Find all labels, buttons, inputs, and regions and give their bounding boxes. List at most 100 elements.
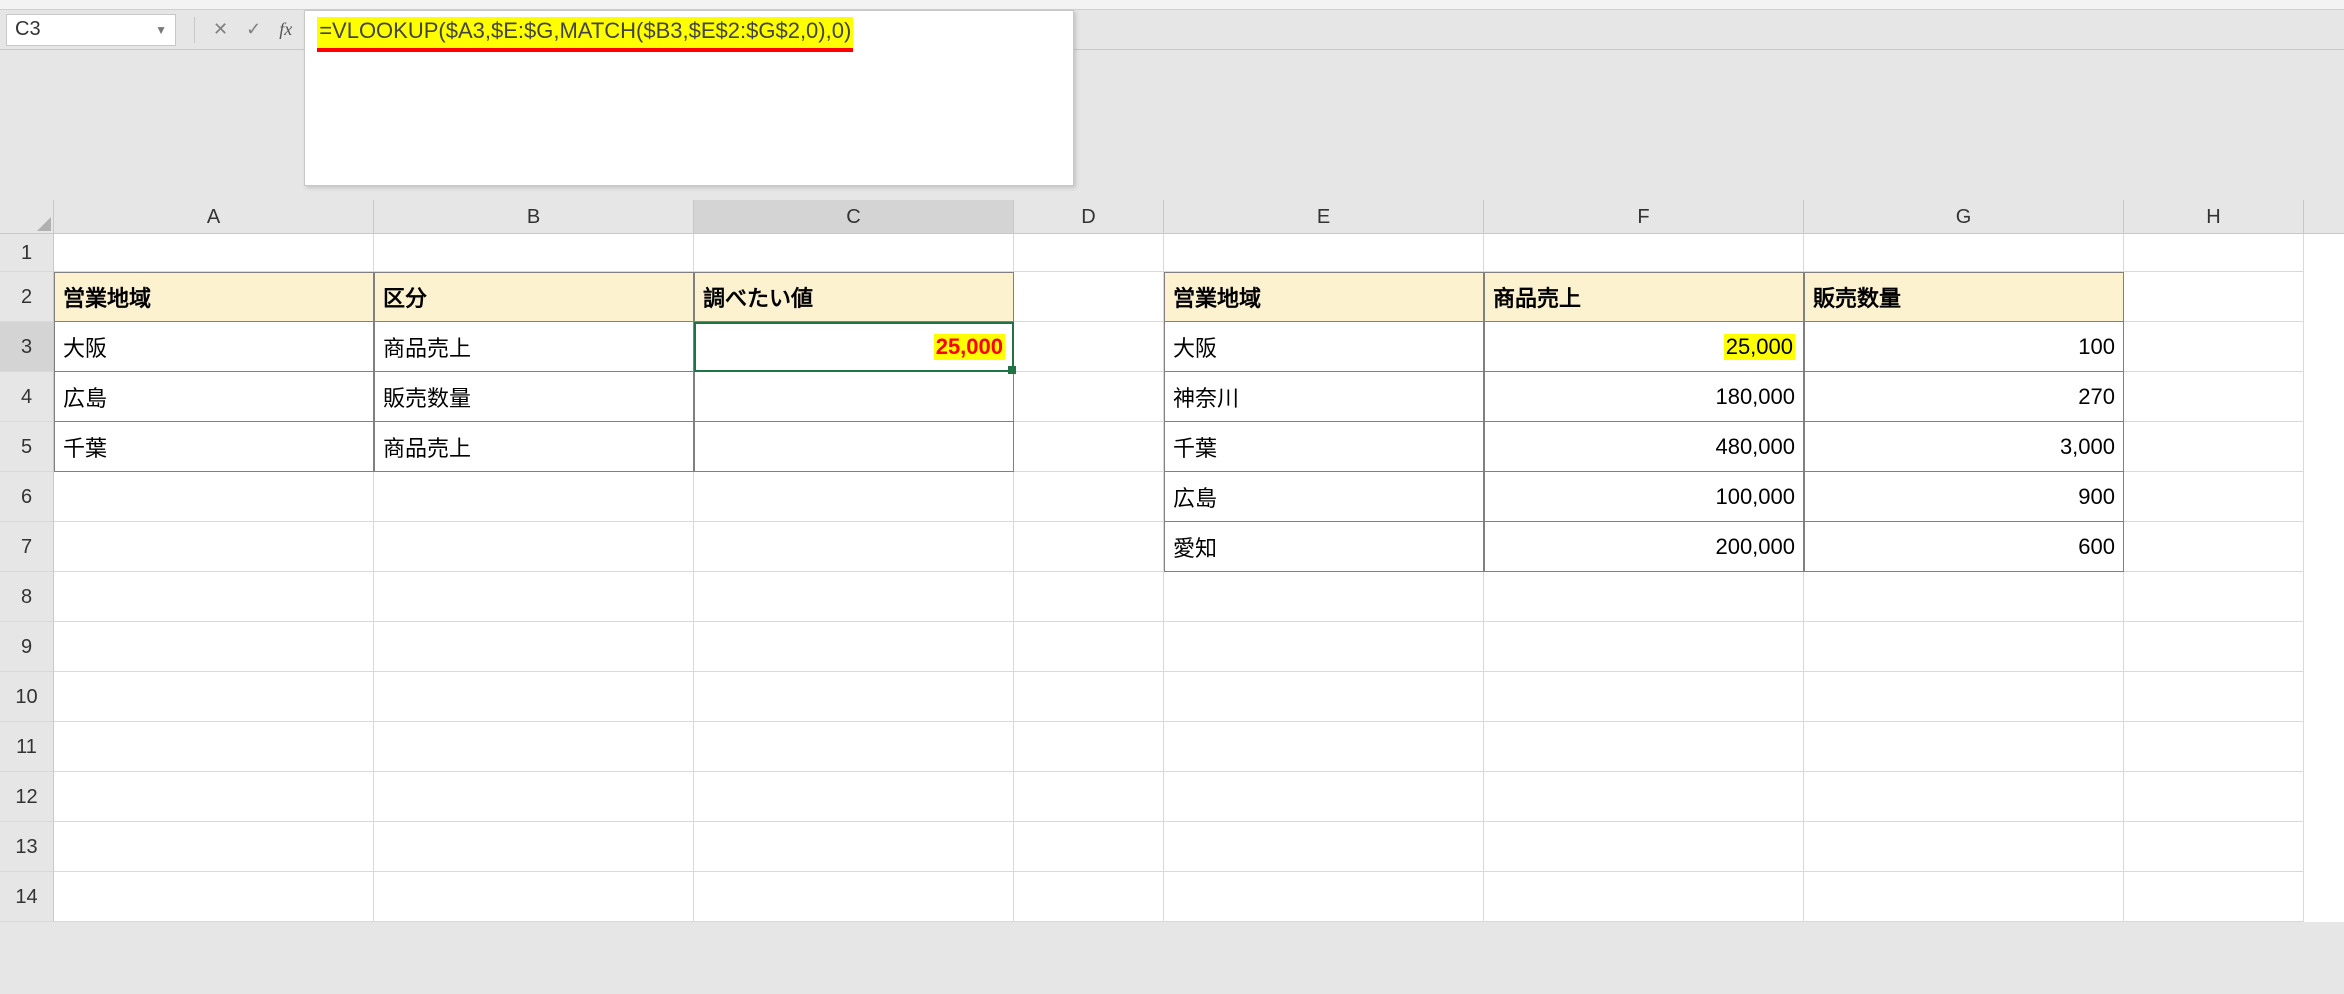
cell-E10[interactable] — [1164, 672, 1484, 722]
cell-B7[interactable] — [374, 522, 694, 572]
cell-F6[interactable]: 100,000 — [1484, 472, 1804, 522]
cell-B5[interactable]: 商品売上 — [374, 422, 694, 472]
cell-A5[interactable]: 千葉 — [54, 422, 374, 472]
fx-icon[interactable]: fx — [279, 19, 292, 40]
cell-E5[interactable]: 千葉 — [1164, 422, 1484, 472]
cell-D14[interactable] — [1014, 872, 1164, 922]
row-header-14[interactable]: 14 — [0, 872, 54, 922]
cell-A1[interactable] — [54, 234, 374, 272]
cell-C1[interactable] — [694, 234, 1014, 272]
row-header-12[interactable]: 12 — [0, 772, 54, 822]
cell-G6[interactable]: 900 — [1804, 472, 2124, 522]
cell-A14[interactable] — [54, 872, 374, 922]
cell-C7[interactable] — [694, 522, 1014, 572]
cell-A4[interactable]: 広島 — [54, 372, 374, 422]
cell-E11[interactable] — [1164, 722, 1484, 772]
cell-E13[interactable] — [1164, 822, 1484, 872]
cell-E8[interactable] — [1164, 572, 1484, 622]
cell-H8[interactable] — [2124, 572, 2304, 622]
cell-H7[interactable] — [2124, 522, 2304, 572]
row-header-6[interactable]: 6 — [0, 472, 54, 522]
cell-F4[interactable]: 180,000 — [1484, 372, 1804, 422]
cell-G14[interactable] — [1804, 872, 2124, 922]
cell-D10[interactable] — [1014, 672, 1164, 722]
cell-H3[interactable] — [2124, 322, 2304, 372]
row-header-8[interactable]: 8 — [0, 572, 54, 622]
cell-D4[interactable] — [1014, 372, 1164, 422]
cell-B13[interactable] — [374, 822, 694, 872]
row-header-2[interactable]: 2 — [0, 272, 54, 322]
enter-icon[interactable]: ✓ — [246, 19, 261, 40]
cell-E4[interactable]: 神奈川 — [1164, 372, 1484, 422]
col-header-G[interactable]: G — [1804, 200, 2124, 233]
formula-input[interactable]: =VLOOKUP($A3,$E:$G,MATCH($B3,$E$2:$G$2,0… — [304, 10, 1074, 186]
cell-F3[interactable]: 25,000 — [1484, 322, 1804, 372]
col-header-E[interactable]: E — [1164, 200, 1484, 233]
cell-H9[interactable] — [2124, 622, 2304, 672]
cell-H10[interactable] — [2124, 672, 2304, 722]
cell-G12[interactable] — [1804, 772, 2124, 822]
cell-C8[interactable] — [694, 572, 1014, 622]
cell-G7[interactable]: 600 — [1804, 522, 2124, 572]
cell-D8[interactable] — [1014, 572, 1164, 622]
cell-D13[interactable] — [1014, 822, 1164, 872]
cancel-icon[interactable]: ✕ — [213, 19, 228, 40]
cell-F11[interactable] — [1484, 722, 1804, 772]
cell-E7[interactable]: 愛知 — [1164, 522, 1484, 572]
cell-A2[interactable]: 営業地域 — [54, 272, 374, 322]
cell-D11[interactable] — [1014, 722, 1164, 772]
cell-H4[interactable] — [2124, 372, 2304, 422]
cell-A7[interactable] — [54, 522, 374, 572]
cell-B6[interactable] — [374, 472, 694, 522]
cell-C2[interactable]: 調べたい値 — [694, 272, 1014, 322]
cell-C13[interactable] — [694, 822, 1014, 872]
cell-E2[interactable]: 営業地域 — [1164, 272, 1484, 322]
cell-C12[interactable] — [694, 772, 1014, 822]
cell-H2[interactable] — [2124, 272, 2304, 322]
col-header-D[interactable]: D — [1014, 200, 1164, 233]
cell-F14[interactable] — [1484, 872, 1804, 922]
cell-D5[interactable] — [1014, 422, 1164, 472]
cell-H5[interactable] — [2124, 422, 2304, 472]
cell-H13[interactable] — [2124, 822, 2304, 872]
cell-C14[interactable] — [694, 872, 1014, 922]
cell-G13[interactable] — [1804, 822, 2124, 872]
cell-G1[interactable] — [1804, 234, 2124, 272]
cell-G11[interactable] — [1804, 722, 2124, 772]
cell-B11[interactable] — [374, 722, 694, 772]
cell-B14[interactable] — [374, 872, 694, 922]
row-header-7[interactable]: 7 — [0, 522, 54, 572]
row-header-3[interactable]: 3 — [0, 322, 54, 372]
name-box[interactable]: C3 ▼ — [6, 14, 176, 46]
cell-C5[interactable] — [694, 422, 1014, 472]
cell-A10[interactable] — [54, 672, 374, 722]
cell-F7[interactable]: 200,000 — [1484, 522, 1804, 572]
cell-G2[interactable]: 販売数量 — [1804, 272, 2124, 322]
cell-E14[interactable] — [1164, 872, 1484, 922]
cell-B3[interactable]: 商品売上 — [374, 322, 694, 372]
select-all-corner[interactable] — [0, 200, 54, 233]
cell-G9[interactable] — [1804, 622, 2124, 672]
cell-B10[interactable] — [374, 672, 694, 722]
cell-G8[interactable] — [1804, 572, 2124, 622]
cell-C9[interactable] — [694, 622, 1014, 672]
cell-F2[interactable]: 商品売上 — [1484, 272, 1804, 322]
cell-F10[interactable] — [1484, 672, 1804, 722]
cell-E9[interactable] — [1164, 622, 1484, 672]
cell-B1[interactable] — [374, 234, 694, 272]
col-header-C[interactable]: C — [694, 200, 1014, 233]
cell-E3[interactable]: 大阪 — [1164, 322, 1484, 372]
cell-C10[interactable] — [694, 672, 1014, 722]
cell-D1[interactable] — [1014, 234, 1164, 272]
cell-F9[interactable] — [1484, 622, 1804, 672]
cell-D3[interactable] — [1014, 322, 1164, 372]
cell-H11[interactable] — [2124, 722, 2304, 772]
cell-B9[interactable] — [374, 622, 694, 672]
cell-C11[interactable] — [694, 722, 1014, 772]
col-header-A[interactable]: A — [54, 200, 374, 233]
cell-A9[interactable] — [54, 622, 374, 672]
cell-H14[interactable] — [2124, 872, 2304, 922]
cell-A3[interactable]: 大阪 — [54, 322, 374, 372]
cell-D7[interactable] — [1014, 522, 1164, 572]
cell-B12[interactable] — [374, 772, 694, 822]
